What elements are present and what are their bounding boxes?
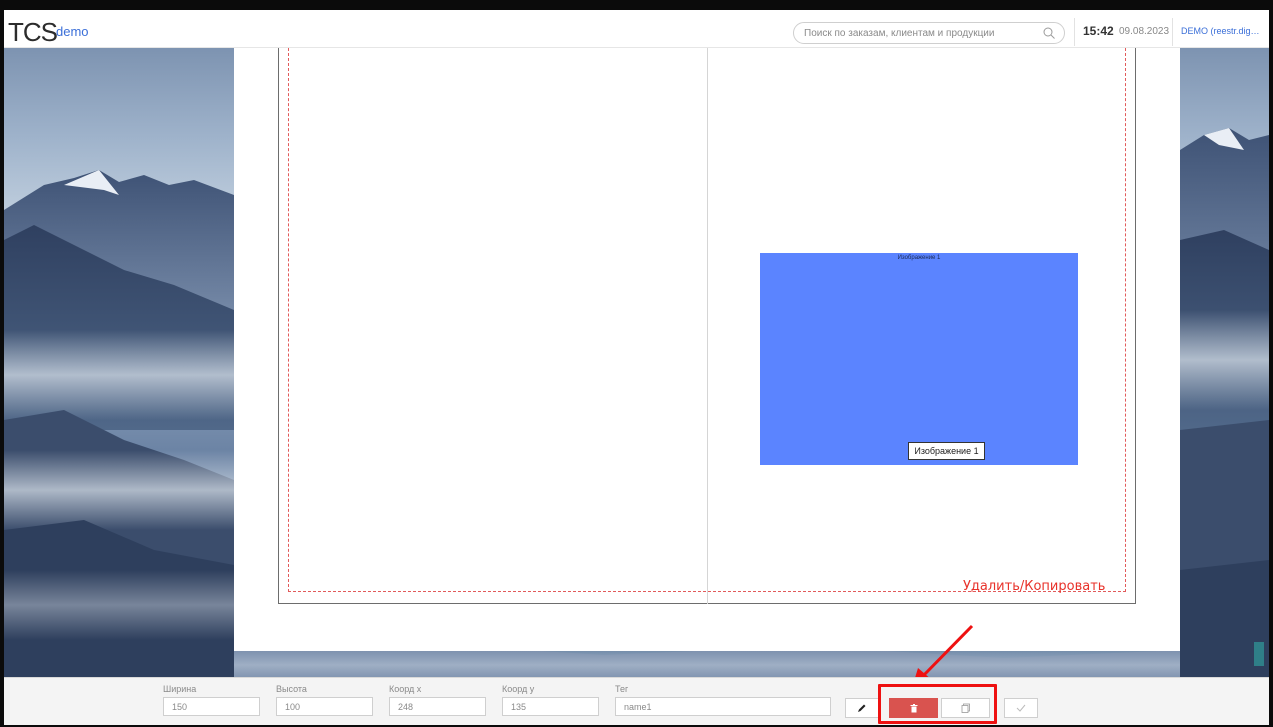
edit-button[interactable] xyxy=(845,698,879,718)
editor-workspace: Изображение 1 Изображение 1 Удалить/Копи… xyxy=(234,48,1180,651)
height-input[interactable] xyxy=(276,697,373,716)
pencil-icon xyxy=(858,704,866,712)
image-top-label: Изображение 1 xyxy=(897,255,941,261)
user-menu[interactable]: DEMO (reestr.digit... xyxy=(1181,26,1261,36)
x-field-group: Коорд x xyxy=(389,684,486,716)
tag-input[interactable] xyxy=(615,697,831,716)
search-box[interactable] xyxy=(793,22,1065,44)
clock-date: 09.08.2023 xyxy=(1119,26,1170,37)
width-field-group: Ширина xyxy=(163,684,260,716)
properties-bar: Ширина Высота Коорд x Коорд y Тег xyxy=(4,677,1269,725)
spread-fold-line xyxy=(707,48,708,604)
apply-button[interactable] xyxy=(1004,698,1038,718)
app-window: TCS demo 15:42 09.08.2023 DEMO (reestr.d… xyxy=(4,10,1269,725)
side-handle[interactable] xyxy=(1254,642,1264,666)
height-field-group: Высота xyxy=(276,684,373,716)
tag-label: Тег xyxy=(615,684,629,694)
tag-field-group: Тег xyxy=(615,684,831,716)
divider xyxy=(1172,18,1173,46)
logo-subtitle: demo xyxy=(56,24,89,39)
annotation-text: Удалить/Копировать xyxy=(963,579,1106,594)
x-input[interactable] xyxy=(389,697,486,716)
top-bar: TCS demo 15:42 09.08.2023 DEMO (reestr.d… xyxy=(4,10,1269,48)
check-icon xyxy=(1016,704,1026,712)
height-label: Высота xyxy=(276,684,307,694)
clock-time: 15:42 xyxy=(1083,24,1114,38)
y-input[interactable] xyxy=(502,697,599,716)
y-label: Коорд y xyxy=(502,684,535,694)
highlight-box xyxy=(878,684,997,724)
search-input[interactable] xyxy=(804,26,1034,41)
logo[interactable]: TCS xyxy=(8,17,58,48)
x-label: Коорд x xyxy=(389,684,422,694)
image-placeholder[interactable]: Изображение 1 Изображение 1 xyxy=(760,253,1078,465)
divider xyxy=(1074,18,1075,46)
width-input[interactable] xyxy=(163,697,260,716)
image-label: Изображение 1 xyxy=(908,442,985,460)
width-label: Ширина xyxy=(163,684,197,694)
page-spread: Изображение 1 Изображение 1 Удалить/Копи… xyxy=(278,48,1136,604)
y-field-group: Коорд y xyxy=(502,684,599,716)
search-icon[interactable] xyxy=(1042,26,1056,40)
